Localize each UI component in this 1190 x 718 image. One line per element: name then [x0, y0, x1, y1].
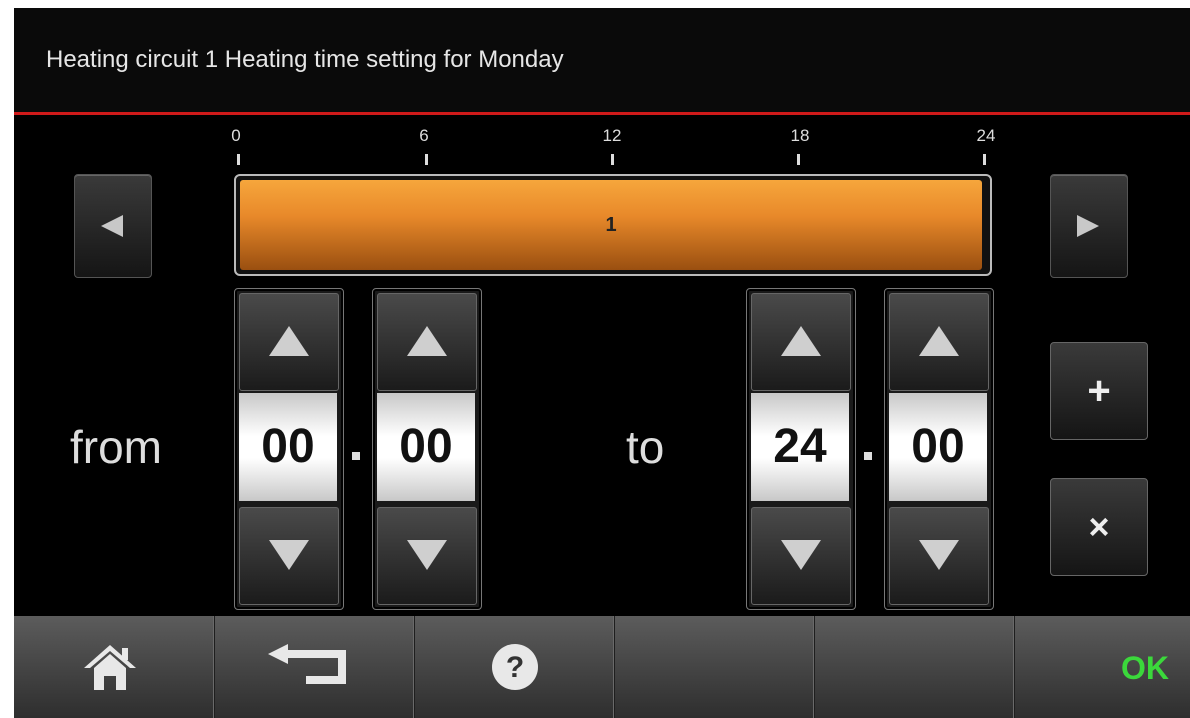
footer-bar: ? OK	[14, 616, 1190, 718]
next-day-button[interactable]	[1050, 174, 1128, 278]
from-hours-up-button[interactable]	[239, 293, 339, 391]
down-arrow-icon	[919, 540, 959, 570]
from-minutes-down-button[interactable]	[377, 507, 477, 605]
footer-empty-slot	[814, 616, 1015, 718]
from-minutes-up-button[interactable]	[377, 293, 477, 391]
header: Heating circuit 1 Heating time setting f…	[14, 8, 1190, 112]
from-minutes-value: 00	[377, 393, 475, 501]
down-arrow-icon	[407, 540, 447, 570]
to-minutes-value: 00	[889, 393, 987, 501]
to-hours-up-button[interactable]	[751, 293, 851, 391]
time-separator	[864, 452, 872, 460]
heating-time-bar[interactable]: 1	[234, 174, 992, 276]
right-arrow-icon	[1077, 215, 1099, 237]
help-button[interactable]: ?	[414, 616, 615, 718]
tick-mark	[237, 154, 240, 165]
to-label: to	[626, 421, 665, 473]
delete-period-button[interactable]: ×	[1050, 478, 1148, 576]
to-hours-value: 24	[751, 393, 849, 501]
back-button[interactable]	[214, 616, 415, 718]
left-arrow-icon	[101, 215, 123, 237]
time-separator	[352, 452, 360, 460]
add-period-button[interactable]: +	[1050, 342, 1148, 440]
up-arrow-icon	[781, 326, 821, 356]
previous-day-button[interactable]	[74, 174, 152, 278]
down-arrow-icon	[781, 540, 821, 570]
segment-label: 1	[605, 214, 617, 236]
tick-label-0: 0	[231, 126, 241, 145]
header-divider	[14, 112, 1190, 115]
from-hours-down-button[interactable]	[239, 507, 339, 605]
from-minutes-spinner: 00	[372, 288, 482, 610]
tick-label-24: 24	[976, 126, 996, 145]
home-icon	[84, 645, 136, 690]
svg-text:?: ?	[506, 651, 524, 684]
from-hours-value: 00	[239, 393, 337, 501]
tick-mark	[797, 154, 800, 165]
tick-label-6: 6	[419, 126, 429, 145]
to-hours-down-button[interactable]	[751, 507, 851, 605]
back-icon	[268, 644, 346, 684]
page-title: Heating circuit 1 Heating time setting f…	[46, 46, 564, 73]
heating-segment[interactable]: 1	[240, 180, 982, 270]
down-arrow-icon	[269, 540, 309, 570]
from-label: from	[70, 421, 162, 473]
screen: Heating circuit 1 Heating time setting f…	[14, 8, 1190, 718]
to-minutes-up-button[interactable]	[889, 293, 989, 391]
tick-mark	[425, 154, 428, 165]
up-arrow-icon	[269, 326, 309, 356]
from-hours-spinner: 00	[234, 288, 344, 610]
up-arrow-icon	[919, 326, 959, 356]
ok-button[interactable]: OK	[990, 616, 1190, 718]
home-button[interactable]	[14, 616, 215, 718]
ok-label: OK	[1121, 650, 1169, 686]
tick-mark	[983, 154, 986, 165]
tick-label-12: 12	[602, 126, 622, 145]
to-minutes-down-button[interactable]	[889, 507, 989, 605]
to-minutes-spinner: 00	[884, 288, 994, 610]
up-arrow-icon	[407, 326, 447, 356]
tick-mark	[611, 154, 614, 165]
tick-label-18: 18	[790, 126, 810, 145]
help-icon: ?	[492, 644, 538, 690]
footer-empty-slot	[614, 616, 815, 718]
to-hours-spinner: 24	[746, 288, 856, 610]
